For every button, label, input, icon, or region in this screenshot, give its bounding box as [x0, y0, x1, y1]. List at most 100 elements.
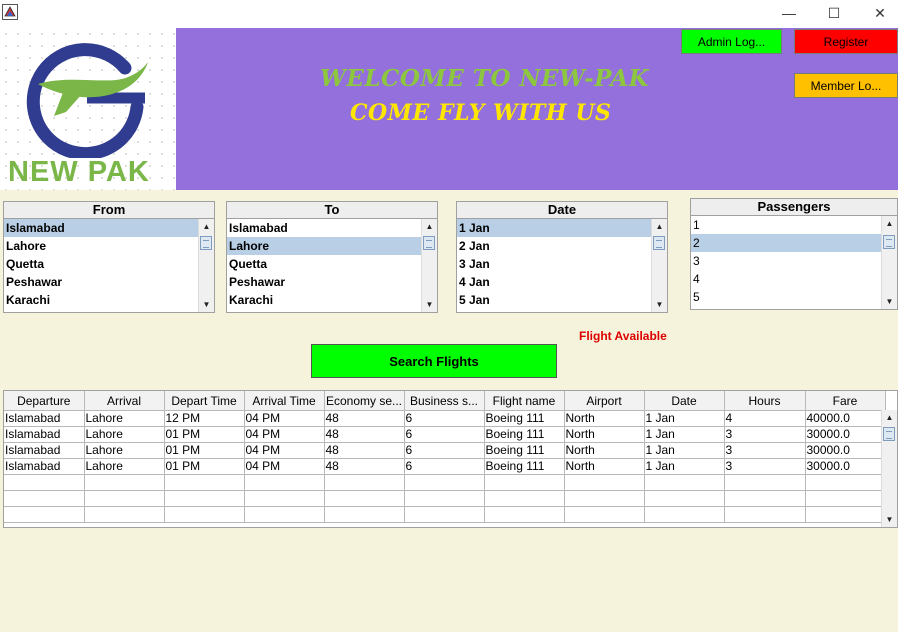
- table-cell[interactable]: Islamabad: [4, 426, 85, 443]
- table-cell[interactable]: Boeing 111: [484, 442, 565, 459]
- date-item-2-jan[interactable]: 2 Jan: [457, 237, 652, 255]
- table-cell[interactable]: 04 PM: [244, 458, 325, 475]
- scroll-thumb[interactable]: [883, 235, 895, 249]
- table-cell[interactable]: North: [564, 442, 645, 459]
- close-button[interactable]: ✕: [857, 0, 898, 26]
- table-cell[interactable]: 3: [724, 442, 806, 459]
- to-item-quetta[interactable]: Quetta: [227, 255, 422, 273]
- table-cell[interactable]: Islamabad: [4, 410, 85, 427]
- to-item-karachi[interactable]: Karachi: [227, 291, 422, 309]
- scroll-down-arrow-icon[interactable]: ▼: [199, 297, 214, 312]
- table-cell[interactable]: 1 Jan: [644, 442, 725, 459]
- column-header-economy-seats[interactable]: Economy se...: [324, 391, 405, 411]
- table-cell[interactable]: 04 PM: [244, 442, 325, 459]
- scroll-thumb[interactable]: [200, 236, 212, 250]
- passengers-list-scrollbar[interactable]: ▲ ▼: [881, 216, 897, 309]
- column-header-arrival[interactable]: Arrival: [84, 391, 165, 411]
- passengers-item-1[interactable]: 1: [691, 216, 882, 234]
- to-item-peshawar[interactable]: Peshawar: [227, 273, 422, 291]
- column-header-date[interactable]: Date: [644, 391, 725, 411]
- date-list-scrollbar[interactable]: ▲ ▼: [651, 219, 667, 312]
- register-button[interactable]: Register: [794, 29, 898, 54]
- scroll-up-arrow-icon[interactable]: ▲: [882, 410, 897, 425]
- table-cell[interactable]: 01 PM: [164, 458, 245, 475]
- scroll-thumb[interactable]: [423, 236, 435, 250]
- table-cell[interactable]: Islamabad: [4, 458, 85, 475]
- table-cell[interactable]: 01 PM: [164, 426, 245, 443]
- table-scrollbar[interactable]: ▲ ▼: [881, 410, 897, 527]
- table-cell[interactable]: 3: [724, 458, 806, 475]
- column-header-arrival-time[interactable]: Arrival Time: [244, 391, 325, 411]
- table-cell[interactable]: 04 PM: [244, 410, 325, 427]
- table-cell[interactable]: 30000.0: [805, 442, 886, 459]
- table-cell[interactable]: 1 Jan: [644, 410, 725, 427]
- scroll-down-arrow-icon[interactable]: ▼: [882, 512, 897, 527]
- passengers-item-2[interactable]: 2: [691, 234, 882, 252]
- column-header-departure[interactable]: Departure: [4, 391, 85, 411]
- table-row[interactable]: Islamabad Lahore 01 PM 04 PM 48 6 Boeing…: [4, 442, 886, 459]
- scroll-down-arrow-icon[interactable]: ▼: [652, 297, 667, 312]
- table-cell[interactable]: 04 PM: [244, 426, 325, 443]
- table-cell[interactable]: 48: [324, 410, 405, 427]
- date-item-5-jan[interactable]: 5 Jan: [457, 291, 652, 309]
- from-list-scrollbar[interactable]: ▲ ▼: [198, 219, 214, 312]
- table-cell[interactable]: 48: [324, 442, 405, 459]
- table-cell[interactable]: Boeing 111: [484, 410, 565, 427]
- passengers-item-4[interactable]: 4: [691, 270, 882, 288]
- table-cell[interactable]: Boeing 111: [484, 458, 565, 475]
- table-cell[interactable]: 4: [724, 410, 806, 427]
- to-list-scrollbar[interactable]: ▲ ▼: [421, 219, 437, 312]
- table-cell[interactable]: 1 Jan: [644, 458, 725, 475]
- table-cell[interactable]: Lahore: [84, 410, 165, 427]
- from-item-lahore[interactable]: Lahore: [4, 237, 199, 255]
- from-item-peshawar[interactable]: Peshawar: [4, 273, 199, 291]
- table-cell[interactable]: Lahore: [84, 426, 165, 443]
- to-item-lahore[interactable]: Lahore: [227, 237, 422, 255]
- maximize-button[interactable]: ☐: [811, 0, 857, 26]
- table-cell[interactable]: North: [564, 426, 645, 443]
- minimize-button[interactable]: —: [766, 0, 812, 26]
- scroll-up-arrow-icon[interactable]: ▲: [882, 216, 897, 231]
- column-header-flight-name[interactable]: Flight name: [484, 391, 565, 411]
- table-cell[interactable]: 40000.0: [805, 410, 886, 427]
- table-cell[interactable]: 01 PM: [164, 442, 245, 459]
- member-login-button[interactable]: Member Lo...: [794, 73, 898, 98]
- scroll-down-arrow-icon[interactable]: ▼: [882, 294, 897, 309]
- table-cell[interactable]: 12 PM: [164, 410, 245, 427]
- column-header-business-seats[interactable]: Business s...: [404, 391, 485, 411]
- table-cell[interactable]: 1 Jan: [644, 426, 725, 443]
- from-item-karachi[interactable]: Karachi: [4, 291, 199, 309]
- table-cell[interactable]: Lahore: [84, 458, 165, 475]
- column-header-depart-time[interactable]: Depart Time: [164, 391, 245, 411]
- table-cell[interactable]: Lahore: [84, 442, 165, 459]
- table-cell[interactable]: North: [564, 458, 645, 475]
- from-item-islamabad[interactable]: Islamabad: [4, 219, 199, 237]
- scroll-thumb[interactable]: [653, 236, 665, 250]
- table-cell[interactable]: North: [564, 410, 645, 427]
- table-cell[interactable]: 48: [324, 458, 405, 475]
- admin-login-button[interactable]: Admin Log...: [681, 29, 782, 54]
- passengers-item-3[interactable]: 3: [691, 252, 882, 270]
- date-item-1-jan[interactable]: 1 Jan: [457, 219, 652, 237]
- table-cell[interactable]: 30000.0: [805, 458, 886, 475]
- table-cell[interactable]: 6: [404, 442, 485, 459]
- scroll-up-arrow-icon[interactable]: ▲: [199, 219, 214, 234]
- date-item-3-jan[interactable]: 3 Jan: [457, 255, 652, 273]
- table-cell[interactable]: Boeing 111: [484, 426, 565, 443]
- to-item-islamabad[interactable]: Islamabad: [227, 219, 422, 237]
- table-cell[interactable]: 6: [404, 426, 485, 443]
- date-item-4-jan[interactable]: 4 Jan: [457, 273, 652, 291]
- scroll-thumb[interactable]: [883, 427, 895, 441]
- scroll-up-arrow-icon[interactable]: ▲: [652, 219, 667, 234]
- scroll-up-arrow-icon[interactable]: ▲: [422, 219, 437, 234]
- column-header-fare[interactable]: Fare: [805, 391, 886, 411]
- scroll-down-arrow-icon[interactable]: ▼: [422, 297, 437, 312]
- table-cell[interactable]: 48: [324, 426, 405, 443]
- table-cell[interactable]: Islamabad: [4, 442, 85, 459]
- column-header-hours[interactable]: Hours: [724, 391, 806, 411]
- table-cell[interactable]: 3: [724, 426, 806, 443]
- table-row[interactable]: Islamabad Lahore 01 PM 04 PM 48 6 Boeing…: [4, 426, 886, 443]
- table-cell[interactable]: 6: [404, 458, 485, 475]
- search-flights-button[interactable]: Search Flights: [311, 344, 557, 378]
- passengers-item-5[interactable]: 5: [691, 288, 882, 306]
